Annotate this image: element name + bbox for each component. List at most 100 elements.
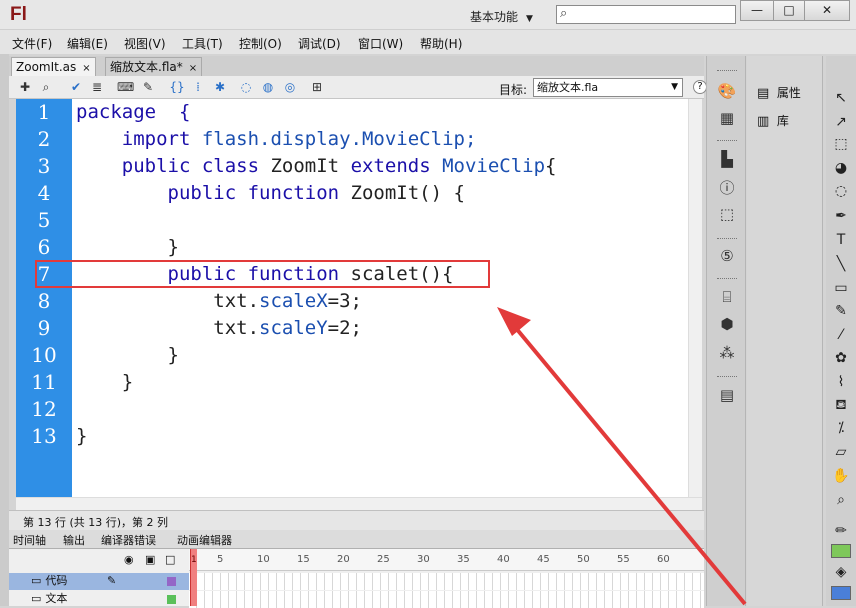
- layer-code-frames[interactable]: [189, 573, 704, 590]
- vertical-scrollbar[interactable]: [688, 99, 702, 497]
- menu-edit[interactable]: 编辑(E): [67, 35, 108, 52]
- line-tool-icon[interactable]: ╲: [831, 256, 851, 274]
- playhead[interactable]: 1: [190, 549, 197, 606]
- paint-bucket-icon[interactable]: ⛾: [831, 397, 851, 415]
- code-line[interactable]: txt.scaleY=2;: [76, 315, 362, 342]
- apply-line-comment-icon[interactable]: ◍: [260, 79, 276, 95]
- find-icon[interactable]: ⌕: [38, 79, 54, 95]
- grip-icon[interactable]: [717, 238, 737, 241]
- remove-comment-icon[interactable]: ◎: [282, 79, 298, 95]
- code-line[interactable]: package {: [76, 99, 190, 126]
- fill-color-swatch[interactable]: [831, 586, 851, 600]
- code-line[interactable]: }: [76, 234, 179, 261]
- code-line[interactable]: }: [76, 342, 179, 369]
- help-icon[interactable]: ?: [693, 80, 707, 94]
- code-line[interactable]: import flash.display.MovieClip;: [76, 126, 477, 153]
- auto-format-icon[interactable]: ≣: [89, 79, 105, 95]
- rectangle-tool-icon[interactable]: ▭: [831, 280, 851, 298]
- color-palette-icon[interactable]: 🎨: [717, 82, 737, 100]
- grip-icon[interactable]: [717, 278, 737, 281]
- pencil-tool-icon[interactable]: ✎: [831, 303, 851, 321]
- components-icon[interactable]: ⬢: [717, 315, 737, 333]
- stroke-color-swatch[interactable]: [831, 544, 851, 558]
- minimize-button[interactable]: —: [740, 0, 774, 21]
- swatches-icon[interactable]: ▦: [717, 109, 737, 127]
- left-collapse-strip[interactable]: [0, 54, 9, 606]
- menu-debug[interactable]: 调试(D): [298, 35, 341, 52]
- code-snippets-icon[interactable]: ⑤: [717, 247, 737, 265]
- close-icon[interactable]: ×: [82, 63, 90, 74]
- zoom-tool-icon[interactable]: ⌕: [831, 492, 851, 510]
- deco-tool-icon[interactable]: ✿: [831, 350, 851, 368]
- brush-tool-icon[interactable]: ⁄: [831, 327, 851, 345]
- target-select[interactable]: 缩放文本.fla ▼: [533, 78, 683, 97]
- stroke-color-icon[interactable]: ✏: [831, 523, 851, 541]
- apply-block-comment-icon[interactable]: ◌: [238, 79, 254, 95]
- maximize-button[interactable]: □: [773, 0, 805, 21]
- tab-zoomit-as[interactable]: ZoomIt.as ×: [11, 57, 96, 76]
- eyedropper-icon[interactable]: ⁒: [831, 420, 851, 438]
- align-icon[interactable]: ▙: [717, 150, 737, 168]
- collapse-selection-icon[interactable]: ⁞: [190, 79, 206, 95]
- close-button[interactable]: ✕: [804, 0, 850, 21]
- library-tab[interactable]: ▥ 库: [757, 112, 789, 129]
- show-hide-toolbox-icon[interactable]: ⊞: [309, 79, 325, 95]
- properties-tab[interactable]: ▤ 属性: [757, 84, 801, 101]
- expand-all-icon[interactable]: ✱: [212, 79, 228, 95]
- menu-tools[interactable]: 工具(T): [182, 35, 223, 52]
- project-icon[interactable]: ▤: [717, 386, 737, 404]
- code-hint-icon[interactable]: ⌨: [117, 79, 134, 95]
- selection-tool-icon[interactable]: ↖: [831, 90, 851, 108]
- horizontal-scrollbar[interactable]: [16, 497, 702, 510]
- code-token: }: [76, 344, 179, 366]
- tab-fla[interactable]: 缩放文本.fla* ×: [105, 57, 203, 76]
- info-icon[interactable]: ⓘ: [717, 177, 737, 197]
- subselection-tool-icon[interactable]: ↗: [831, 114, 851, 132]
- motion-presets-icon[interactable]: ⁂: [717, 344, 737, 362]
- 3d-rotation-icon[interactable]: ◕: [831, 160, 851, 178]
- grip-icon[interactable]: [717, 140, 737, 143]
- code-line[interactable]: public function ZoomIt() {: [76, 180, 465, 207]
- code-line[interactable]: txt.scaleX=3;: [76, 288, 362, 315]
- frame-ruler[interactable]: 5 10 15 20 25 30 35 40 45 50 55 60: [189, 549, 704, 571]
- add-statement-icon[interactable]: ✚: [17, 79, 33, 95]
- text-tool-icon[interactable]: T: [831, 232, 851, 250]
- outline-icon[interactable]: □: [165, 553, 175, 566]
- debug-options-icon[interactable]: ✎: [140, 79, 156, 95]
- code-line[interactable]: }: [76, 423, 87, 450]
- menu-help[interactable]: 帮助(H): [420, 35, 462, 52]
- code-line[interactable]: public class ZoomIt extends MovieClip{: [76, 153, 557, 180]
- menu-file[interactable]: 文件(F): [12, 35, 52, 52]
- history-icon[interactable]: ⌸: [717, 288, 737, 306]
- tab-output[interactable]: 输出: [63, 532, 85, 548]
- free-transform-icon[interactable]: ⬚: [831, 136, 851, 154]
- close-icon[interactable]: ×: [189, 63, 197, 74]
- check-syntax-icon[interactable]: ✔: [68, 79, 84, 95]
- menu-window[interactable]: 窗口(W): [358, 35, 403, 52]
- code-line[interactable]: }: [76, 369, 133, 396]
- transform-icon[interactable]: ⬚: [717, 205, 737, 223]
- tab-motion-editor[interactable]: 动画编辑器: [177, 532, 232, 548]
- hand-tool-icon[interactable]: ✋: [831, 468, 851, 486]
- lock-icon[interactable]: ▣: [145, 553, 155, 566]
- tab-compiler-errors[interactable]: 编译器错误: [101, 532, 156, 548]
- fill-color-icon[interactable]: ◈: [831, 564, 851, 582]
- tab-timeline[interactable]: 时间轴: [13, 532, 46, 548]
- layer-code[interactable]: ▭ 代码 ✎: [9, 573, 189, 590]
- collapse-braces-icon[interactable]: {}: [169, 79, 185, 95]
- layer-text-frames[interactable]: [189, 591, 704, 608]
- lasso-icon[interactable]: ◌: [831, 183, 851, 201]
- workspace-switcher[interactable]: 基本功能 ▼: [470, 8, 533, 25]
- menu-control[interactable]: 控制(O): [239, 35, 282, 52]
- workspace-label: 基本功能: [470, 10, 519, 24]
- grip-icon[interactable]: [717, 70, 737, 73]
- layer-text[interactable]: ▭ 文本: [9, 591, 189, 608]
- pen-tool-icon[interactable]: ✒: [831, 208, 851, 226]
- bone-tool-icon[interactable]: ⌇: [831, 374, 851, 392]
- eye-icon[interactable]: ◉: [124, 553, 134, 566]
- menu-view[interactable]: 视图(V): [124, 35, 166, 52]
- grip-icon[interactable]: [717, 376, 737, 379]
- eraser-icon[interactable]: ▱: [831, 444, 851, 462]
- help-search-input[interactable]: ⌕: [556, 5, 736, 24]
